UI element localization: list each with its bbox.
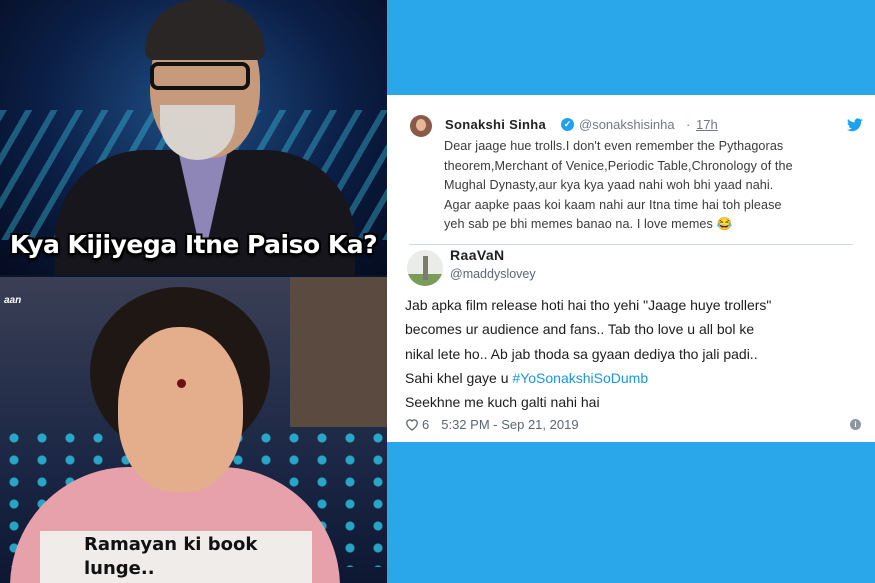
bindi bbox=[177, 379, 186, 388]
divider bbox=[409, 244, 853, 245]
tweet-footer: 6 5:32 PM - Sep 21, 2019 bbox=[405, 417, 579, 432]
info-icon[interactable]: i bbox=[850, 419, 861, 430]
contestant-face bbox=[118, 327, 243, 492]
author-handle[interactable]: @sonakshisinha bbox=[579, 117, 675, 132]
tweet-text-line: Dear jaage hue trolls.I don't even remem… bbox=[444, 139, 784, 153]
host-hair bbox=[145, 0, 265, 60]
reply-avatar[interactable] bbox=[407, 250, 443, 286]
tweet-time[interactable]: 17h bbox=[696, 117, 718, 132]
tweet-text-line: yeh sab pe bhi memes banao na. I love me… bbox=[444, 217, 733, 231]
host-glasses bbox=[150, 62, 250, 90]
meme-top-caption: Kya Kijiyega Itne Paiso Ka? bbox=[9, 230, 378, 259]
meme-top-panel: Kya Kijiyega Itne Paiso Ka? bbox=[0, 0, 387, 275]
tweet-timestamp[interactable]: 5:32 PM - Sep 21, 2019 bbox=[441, 417, 578, 432]
meme-bottom-caption-line2: lunge.. bbox=[84, 558, 155, 579]
reply-text: Jab apka film release hoti hai tho yehi … bbox=[405, 293, 865, 414]
reply-text-line: nikal lete ho.. Ab jab thoda sa gyaan de… bbox=[405, 345, 758, 362]
reply-author-handle[interactable]: @maddyslovey bbox=[450, 267, 536, 281]
reply-text-line: Jab apka film release hoti hai tho yehi … bbox=[405, 297, 772, 313]
backdrop-panel bbox=[290, 277, 387, 427]
reply-text-line: Seekhne me kuch galti nahi hai bbox=[405, 394, 600, 411]
meme-bottom-caption-line1: Ramayan ki book bbox=[84, 534, 258, 555]
tweet-card: Sonakshi Sinha ✓ @sonakshisinha · 17h De… bbox=[387, 95, 875, 442]
reply-author-name[interactable]: RaaVaN bbox=[450, 247, 505, 263]
meme-bottom-panel: aan Ramayan ki book lunge.. bbox=[0, 277, 387, 583]
tweet-text-line: Mughal Dynasty,aur kya kya yaad nahi woh… bbox=[444, 178, 774, 192]
meme-collage: Kya Kijiyega Itne Paiso Ka? aan Ramayan … bbox=[0, 0, 387, 583]
heart-icon[interactable] bbox=[405, 418, 419, 431]
reply-text-line: Sahi khel gaye u #YoSonakshiSoDumb bbox=[405, 366, 865, 390]
tweet-text: Dear jaage hue trolls.I don't even remem… bbox=[444, 137, 864, 235]
author-name[interactable]: Sonakshi Sinha bbox=[445, 117, 546, 132]
channel-tag: aan bbox=[4, 295, 22, 306]
like-count: 6 bbox=[422, 417, 430, 432]
hashtag-link[interactable]: #YoSonakshiSoDumb bbox=[512, 370, 648, 386]
meme-bottom-caption: Ramayan ki book lunge.. bbox=[40, 531, 312, 583]
tweet-text-line: theorem,Merchant of Venice,Periodic Tabl… bbox=[444, 158, 793, 173]
reply-text-segment: Sahi khel gaye u bbox=[405, 369, 509, 386]
twitter-bird-icon[interactable] bbox=[847, 118, 863, 132]
verified-badge-icon: ✓ bbox=[561, 118, 574, 131]
avatar[interactable] bbox=[410, 115, 432, 137]
reply-text-line: becomes ur audience and fans.. Tab tho l… bbox=[405, 321, 755, 338]
separator: · bbox=[686, 117, 691, 132]
tweet-text-line: Agar aapke paas koi kaam nahi aur Itna t… bbox=[444, 197, 782, 212]
